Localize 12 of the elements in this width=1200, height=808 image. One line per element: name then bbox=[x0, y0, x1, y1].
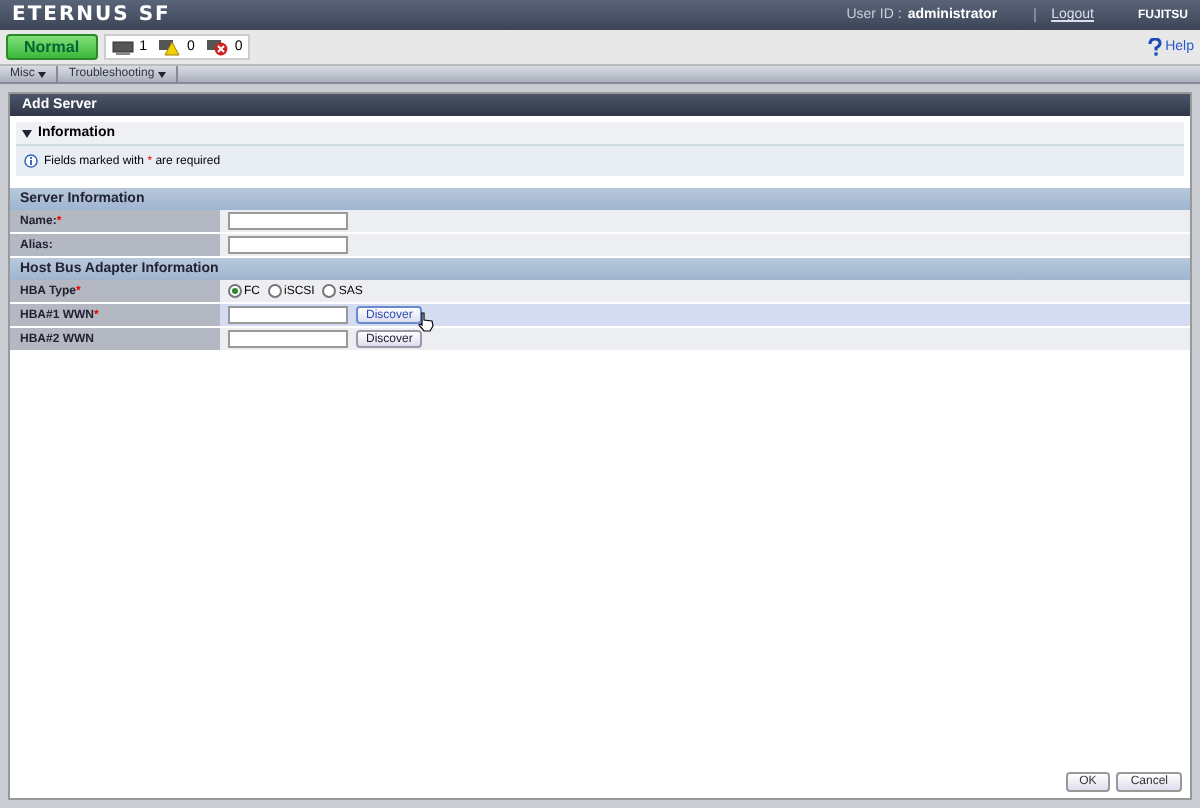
caret-icon bbox=[158, 71, 167, 77]
product-logo: ETERNUS SF bbox=[12, 4, 171, 26]
monitor-icon bbox=[111, 39, 134, 55]
caret-icon bbox=[38, 71, 47, 77]
warning-icon bbox=[158, 38, 181, 56]
info-icon bbox=[24, 154, 38, 168]
help-icon bbox=[1147, 38, 1162, 56]
input-field[interactable] bbox=[228, 330, 348, 348]
input-field[interactable] bbox=[228, 306, 348, 324]
input-field[interactable] bbox=[228, 236, 348, 254]
input-field[interactable] bbox=[228, 212, 348, 230]
caret-icon bbox=[22, 129, 32, 137]
